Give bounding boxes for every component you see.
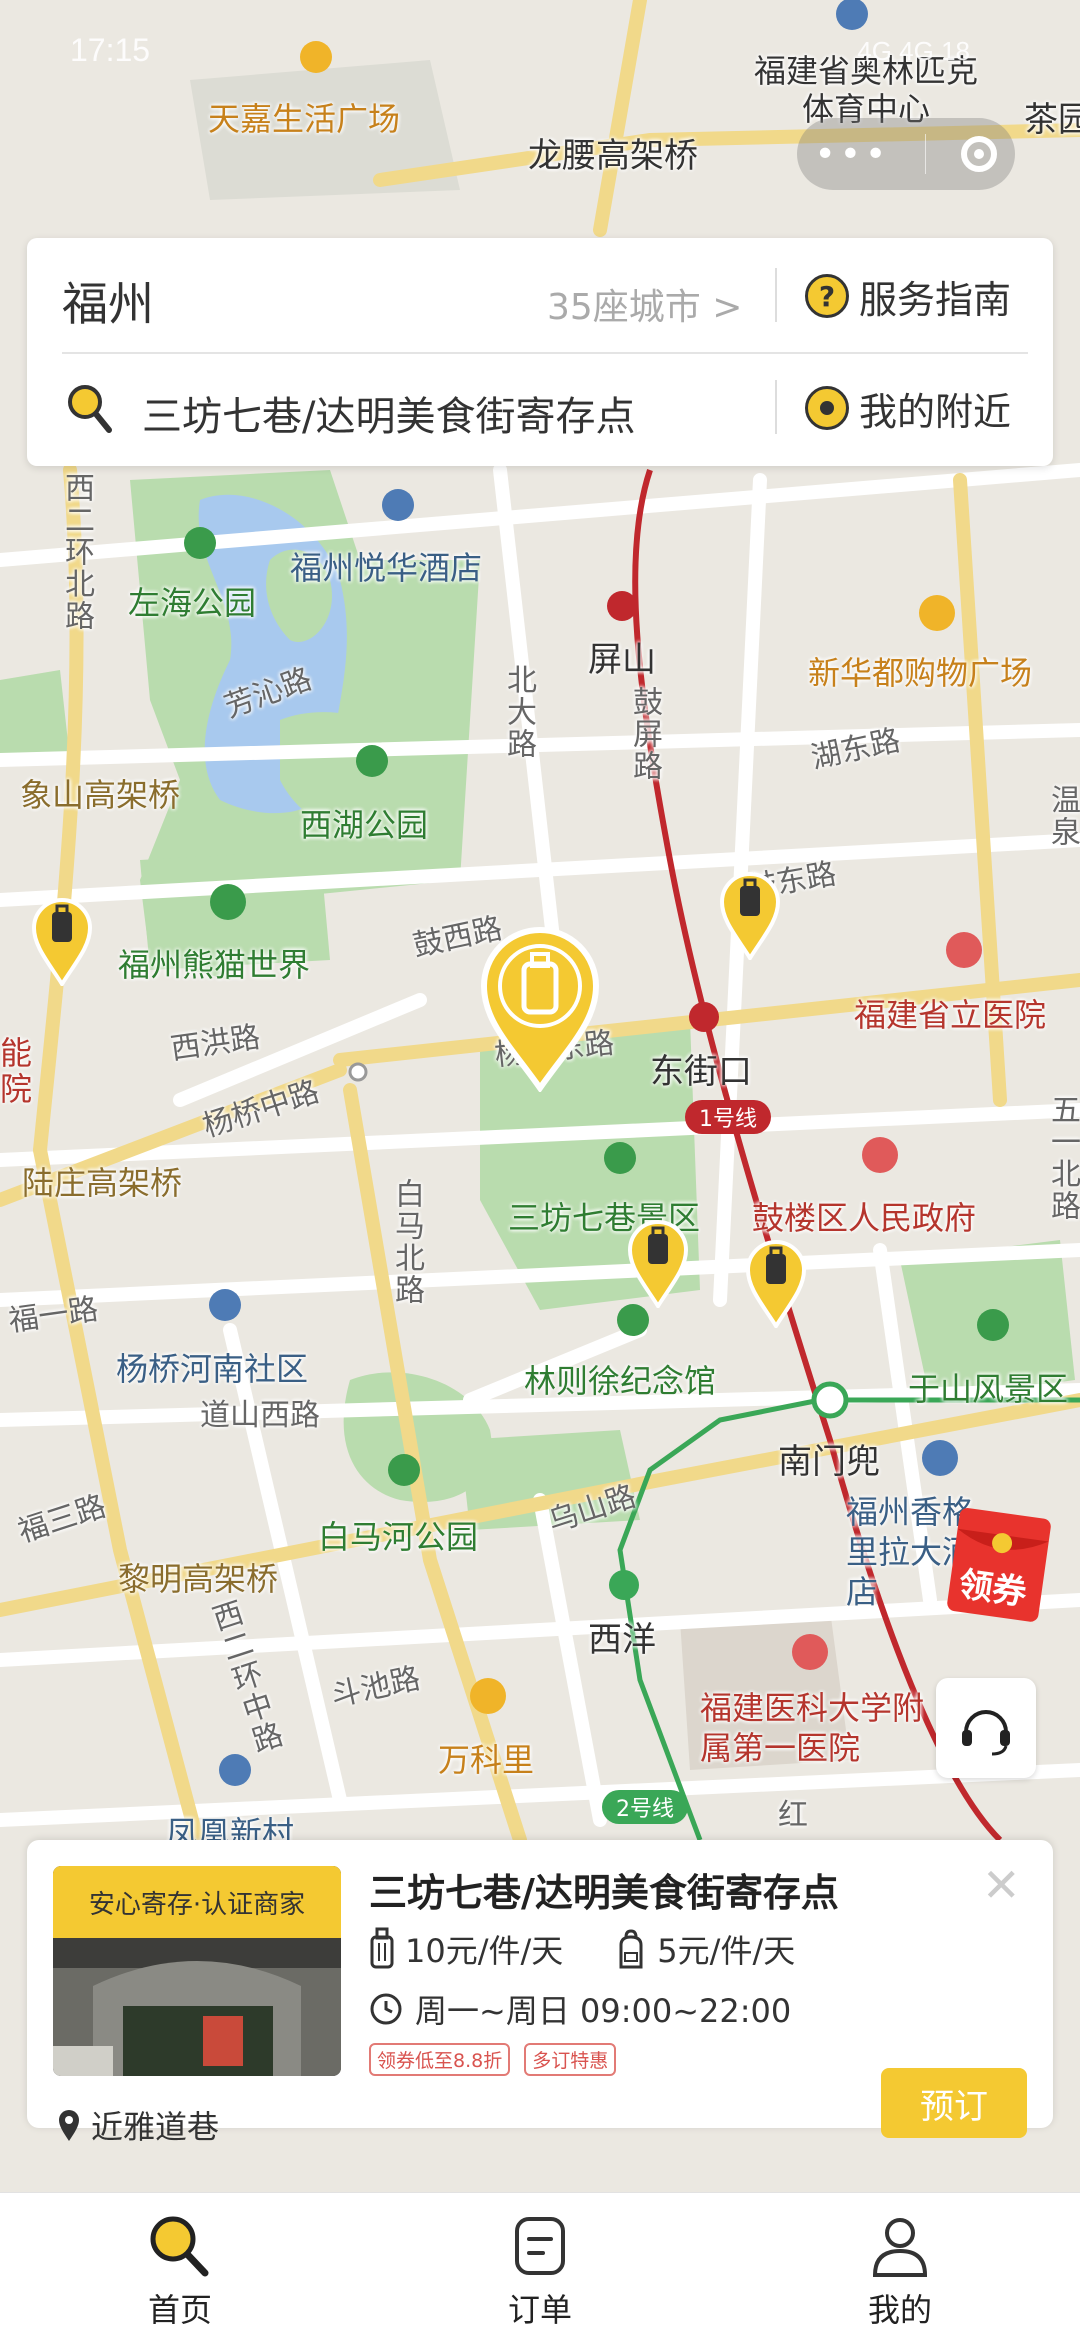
- coupon-label: 领券: [956, 1564, 1029, 1614]
- city-count-link[interactable]: 35座城市 >: [547, 278, 742, 330]
- question-icon: ?: [805, 274, 849, 318]
- search-card: 福州 35座城市 > ? 服务指南 三坊七巷/达明美食街寄存点 我的附近: [27, 238, 1053, 466]
- map-label-wankeli: 万科里: [438, 1741, 535, 1779]
- price-bag: 5元/件/天: [615, 1926, 795, 1972]
- more-dots-icon[interactable]: •••: [815, 134, 891, 175]
- map-label-wuyi: 五一北路: [1045, 1094, 1080, 1222]
- map-label-xiyang: 西洋: [588, 1620, 656, 1660]
- map-label-nanmendou: 南门兜: [778, 1442, 880, 1482]
- map-label-gulouqu: 鼓楼区人民政府: [752, 1199, 977, 1237]
- storage-pin-gulou[interactable]: [744, 1238, 808, 1328]
- search-row: 三坊七巷/达明美食街寄存点 我的附近: [27, 354, 1053, 466]
- map-label-tianjia: 天嘉生活广场: [208, 100, 401, 138]
- storage-pin-gudong[interactable]: [718, 870, 782, 960]
- target-icon[interactable]: [961, 136, 998, 172]
- order-list-icon: [515, 2217, 565, 2275]
- home-search-icon: [150, 2216, 209, 2277]
- location-pin-icon: [59, 2110, 79, 2141]
- map-label-yike: 福建医科大学附属第一医院: [700, 1689, 925, 1767]
- price-luggage: 10元/件/天: [369, 1926, 563, 1972]
- store-name: 三坊七巷/达明美食街寄存点: [369, 1871, 839, 1915]
- store-photo: 安心寄存·认证商家: [53, 1866, 341, 2076]
- price-row: 10元/件/天 5元/件/天: [369, 1926, 847, 1972]
- business-hours: 周一~周日 09:00~22:00: [415, 1992, 792, 2030]
- promo-tag-multi: 多订特惠: [524, 2043, 617, 2076]
- map-label-hong: 红: [778, 1798, 808, 1833]
- map-label-yushan: 于山风景区: [908, 1370, 1069, 1408]
- map-label-xierhuan-bei: 西二环北路: [59, 472, 94, 632]
- map-label-luzhuang: 陆庄高架桥: [22, 1164, 183, 1202]
- metro-line2-badge: 2号线: [616, 1797, 674, 1822]
- price-luggage-text: 10元/件/天: [405, 1932, 564, 1970]
- miniprogram-capsule: •••: [797, 118, 1015, 190]
- capsule-divider: [925, 134, 927, 174]
- map-label-beida: 北大路: [501, 664, 536, 760]
- promo-tag-discount: 领券低至8.8折: [369, 2043, 511, 2076]
- map-label-yangqiaohenan: 杨桥河南社区: [116, 1350, 309, 1388]
- nearby-label: 我的附近: [859, 389, 1012, 434]
- nav-orders[interactable]: 订单: [360, 2193, 720, 2341]
- close-icon[interactable]: ✕: [982, 1862, 1021, 1908]
- map-label-yuan: 院: [0, 1070, 33, 1108]
- bottom-nav: 首页 订单 我的: [0, 2192, 1080, 2341]
- city-row: 福州 35座城市 > ? 服务指南: [27, 238, 1053, 352]
- nav-mine[interactable]: 我的: [720, 2193, 1080, 2341]
- hours-row: 周一~周日 09:00~22:00: [369, 1986, 791, 2032]
- map-label-liming: 黎明高架桥: [118, 1560, 279, 1598]
- status-indicators: 4G 4G 18: [857, 36, 970, 66]
- nav-home[interactable]: 首页: [0, 2193, 360, 2341]
- nav-orders-label: 订单: [507, 2291, 572, 2329]
- map-label-daoshan: 道山西路: [200, 1398, 320, 1433]
- nav-mine-label: 我的: [867, 2291, 932, 2329]
- nav-home-label: 首页: [147, 2291, 212, 2329]
- map-label-xinhuadu: 新华都购物广场: [808, 654, 1033, 692]
- locate-icon: [805, 386, 849, 430]
- customer-service-button[interactable]: [936, 1678, 1036, 1778]
- map-label-linzexu: 林则徐纪念馆: [524, 1362, 717, 1400]
- map-label-xiongmao: 福州熊猫世界: [118, 946, 311, 984]
- map-label-baimahe: 白马河公园: [318, 1518, 479, 1556]
- clock-icon: [370, 1993, 402, 2025]
- certified-badge: 安心寄存·认证商家: [53, 1866, 341, 1938]
- map-label-gupinglu: 鼓屏路: [627, 686, 662, 782]
- map-label-xiangshan: 象山高架桥: [20, 776, 181, 814]
- service-guide-label: 服务指南: [859, 277, 1012, 322]
- price-bag-text: 5元/件/天: [657, 1932, 796, 1970]
- map-label-yuehua: 福州悦华酒店: [290, 549, 483, 587]
- book-button[interactable]: 预订: [881, 2068, 1027, 2138]
- status-bar: 17:15 4G 4G 18: [0, 0, 1080, 100]
- metro-line1-badge: 1号线: [699, 1107, 757, 1132]
- store-card[interactable]: 安心寄存·认证商家 三坊七巷/达明美食街寄存点 ✕ 10元/件/天 5元/件/天: [27, 1840, 1053, 2146]
- map-label-wenquan: 温泉: [1045, 784, 1080, 848]
- headset-icon: [962, 1710, 1010, 1756]
- map-label-pingshan: 屏山: [588, 640, 656, 680]
- map-label-zuohai: 左海公园: [128, 584, 257, 622]
- map-label-shengli: 福建省立医院: [854, 996, 1047, 1034]
- store-address-text: 近雅道巷: [91, 2108, 220, 2146]
- divider: [775, 380, 777, 434]
- search-input[interactable]: 三坊七巷/达明美食街寄存点: [142, 384, 635, 442]
- promo-tags: 领券低至8.8折 多订特惠: [369, 2043, 617, 2076]
- search-icon: [68, 385, 112, 433]
- map-label-lingyao: 龙腰高架桥: [528, 136, 698, 176]
- status-time: 17:15: [70, 32, 151, 68]
- map-label-xihu: 西湖公园: [300, 806, 429, 844]
- map-label-dongjiekou: 东街口: [650, 1052, 752, 1092]
- suitcase-icon: [370, 1927, 394, 1969]
- coupon-button[interactable]: 领券: [945, 1505, 1055, 1625]
- nearby-button[interactable]: 我的附近: [805, 376, 1011, 440]
- user-icon: [872, 2218, 928, 2277]
- backpack-icon: [619, 1929, 643, 1969]
- storage-pin-west[interactable]: [30, 896, 94, 986]
- divider: [775, 268, 777, 322]
- store-address: 近雅道巷: [57, 2102, 219, 2148]
- service-guide-button[interactable]: ? 服务指南: [805, 264, 1011, 328]
- map-label-baima: 白马北路: [389, 1178, 424, 1306]
- current-city[interactable]: 福州: [62, 268, 154, 334]
- storage-pin-selected[interactable]: [476, 924, 604, 1092]
- storage-pin-sanfang[interactable]: [626, 1218, 690, 1308]
